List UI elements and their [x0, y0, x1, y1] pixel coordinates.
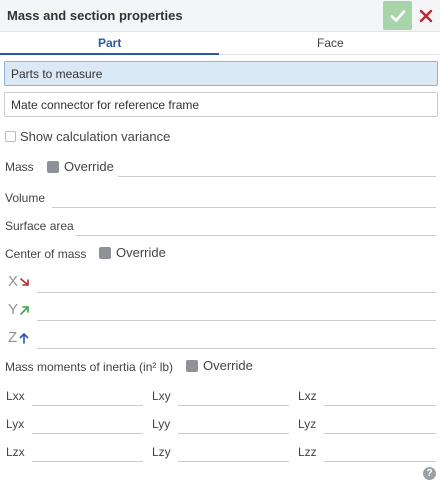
inertia-lyy-field[interactable] — [178, 433, 289, 434]
parts-to-measure-placeholder: Parts to measure — [11, 67, 103, 81]
inertia-lxz-field[interactable] — [324, 405, 436, 406]
inertia-lxx-label: Lxx — [6, 389, 25, 403]
tab-active-indicator — [0, 53, 219, 55]
inertia-lxy-field[interactable] — [178, 405, 289, 406]
axis-z-label: Z — [8, 329, 18, 346]
inertia-lyx-field[interactable] — [32, 433, 143, 434]
center-y-field[interactable] — [37, 320, 436, 321]
cancel-button[interactable] — [414, 1, 438, 30]
help-icon[interactable]: ? — [423, 467, 436, 480]
volume-label: Volume — [5, 191, 46, 205]
center-of-mass-label: Center of mass — [5, 247, 87, 261]
tab-part[interactable]: Part — [98, 36, 121, 50]
parts-to-measure-field[interactable]: Parts to measure — [4, 61, 438, 86]
mass-override-label: Override — [64, 159, 114, 174]
inertia-override[interactable]: Override — [186, 358, 253, 373]
inertia-override-checkbox[interactable] — [186, 359, 198, 372]
surface-area-value-field[interactable] — [76, 235, 436, 236]
mate-connector-field[interactable]: Mate connector for reference frame — [4, 92, 438, 117]
mass-value-field[interactable] — [118, 176, 436, 177]
inertia-lxy-label: Lxy — [152, 389, 171, 403]
inertia-lxz-label: Lxz — [298, 389, 317, 403]
arrow-z-icon — [19, 332, 29, 344]
close-icon — [419, 9, 433, 22]
inertia-lyz-label: Lyz — [298, 417, 317, 431]
tab-face[interactable]: Face — [317, 36, 344, 50]
inertia-lyx-label: Lyx — [6, 417, 25, 431]
volume-value-field[interactable] — [52, 207, 436, 208]
axis-y: Y — [8, 301, 31, 318]
axis-x-label: X — [8, 273, 19, 290]
center-z-field[interactable] — [37, 348, 436, 349]
inertia-lxx-field[interactable] — [32, 405, 143, 406]
center-override-label: Override — [116, 245, 166, 260]
mass-override[interactable]: Override — [47, 159, 114, 174]
arrow-y-icon — [20, 305, 29, 315]
ok-button[interactable] — [383, 1, 412, 30]
inertia-lzx-label: Lzx — [6, 445, 25, 459]
checkmark-icon — [390, 9, 405, 22]
inertia-lzy-field[interactable] — [178, 461, 289, 462]
inertia-label: Mass moments of inertia (in² lb) — [5, 360, 174, 374]
surface-area-label: Surface area — [5, 219, 74, 233]
inertia-lzz-label: Lzz — [298, 445, 317, 459]
arrow-x-icon — [20, 277, 29, 286]
variance-label: Show calculation variance — [20, 129, 171, 144]
dialog-title: Mass and section properties — [7, 8, 183, 23]
mass-override-checkbox[interactable] — [47, 160, 59, 173]
center-x-field[interactable] — [37, 292, 436, 293]
variance-checkbox[interactable] — [5, 131, 16, 142]
mate-connector-placeholder: Mate connector for reference frame — [11, 98, 200, 112]
inertia-lzy-label: Lzy — [152, 445, 171, 459]
help-glyph: ? — [426, 468, 433, 479]
tab-bar: Part Face — [0, 33, 440, 55]
center-override[interactable]: Override — [99, 245, 166, 260]
inertia-lzx-field[interactable] — [32, 461, 143, 462]
inertia-lyz-field[interactable] — [324, 433, 436, 434]
dialog-header: Mass and section properties — [0, 0, 440, 32]
mass-label: Mass — [5, 160, 34, 174]
variance-row[interactable]: Show calculation variance — [5, 129, 170, 144]
axis-y-label: Y — [8, 301, 19, 318]
center-override-checkbox[interactable] — [99, 246, 111, 259]
axis-x: X — [8, 273, 31, 290]
inertia-override-label: Override — [203, 358, 253, 373]
inertia-lzz-field[interactable] — [324, 461, 436, 462]
inertia-lyy-label: Lyy — [152, 417, 171, 431]
axis-z: Z — [8, 329, 30, 346]
